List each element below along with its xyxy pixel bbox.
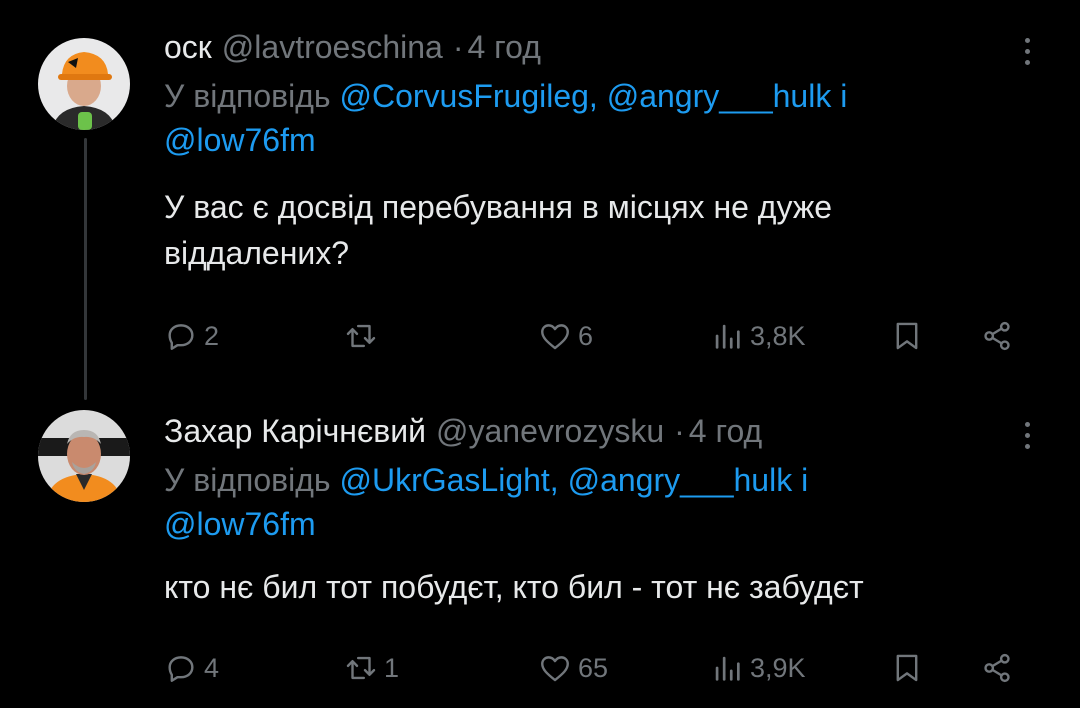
repost-count: 1 [384, 652, 400, 683]
share-icon [984, 321, 1010, 351]
reply-context: У відповідь @CorvusFrugileg, @angry___hu… [164, 74, 1030, 162]
reply-mentions[interactable]: @CorvusFrugileg, @angry___hulk [339, 78, 831, 114]
reply-context: У відповідь @UkrGasLight, @angry___hulk … [164, 458, 1030, 546]
repost-button[interactable] [344, 314, 384, 358]
tweet-header: Захар Карічнєвий @yanevrozysku · 4 год [164, 408, 1030, 454]
avatar[interactable] [38, 410, 130, 502]
reply-conjunction: і [840, 78, 848, 114]
reply-count: 4 [204, 652, 220, 683]
reply-prefix: У відповідь [164, 78, 331, 114]
timestamp[interactable]: 4 год [689, 413, 762, 449]
action-bar: 2 6 3,8K [164, 314, 1044, 358]
avatar[interactable] [38, 38, 130, 130]
share-button[interactable] [980, 646, 1014, 690]
timestamp[interactable]: 4 год [467, 29, 540, 65]
thread-connector-line [84, 138, 87, 400]
views-icon [715, 324, 740, 349]
like-button[interactable]: 6 [538, 314, 593, 358]
views-icon [715, 656, 740, 681]
separator-dot: · [674, 413, 685, 449]
reply-icon [168, 656, 194, 682]
action-bar: 4 1 65 3,9K [164, 646, 1044, 690]
bookmark-icon [896, 654, 918, 682]
views-button[interactable]: 3,9K [710, 646, 806, 690]
reply-conjunction: і [801, 462, 809, 498]
reply-mention-last[interactable]: @low76fm [164, 506, 316, 542]
share-button[interactable] [980, 314, 1014, 358]
author-name[interactable]: Захар Карічнєвий [164, 413, 426, 449]
tweet-text: кто нє бил тот побудєт, кто бил - тот нє… [164, 564, 1030, 610]
views-button[interactable]: 3,8K [710, 314, 806, 358]
reply-button[interactable]: 4 [164, 646, 219, 690]
bookmark-button[interactable] [890, 646, 924, 690]
tweet-header: оск @lavtroeschina · 4 год [164, 24, 1030, 70]
tweet-text-line-1: кто нє бил тот побудєт, кто бил - тот нє… [164, 569, 864, 605]
views-count: 3,9K [750, 652, 806, 683]
like-button[interactable]: 65 [538, 646, 608, 690]
tweet-text: У вас є досвід перебування в місцях не д… [164, 184, 1030, 276]
like-count: 65 [578, 652, 609, 683]
reply-count: 2 [204, 320, 220, 351]
author-name[interactable]: оск [164, 29, 212, 65]
reply-mention-last[interactable]: @low76fm [164, 122, 316, 158]
author-handle[interactable]: @yanevrozysku [436, 413, 664, 449]
like-icon [541, 324, 569, 350]
reply-button[interactable]: 2 [164, 314, 219, 358]
repost-icon [346, 656, 376, 680]
reply-icon [168, 324, 194, 350]
more-icon[interactable] [1022, 422, 1032, 455]
reply-prefix: У відповідь [164, 462, 331, 498]
share-icon [984, 653, 1010, 683]
like-count: 6 [578, 320, 594, 351]
views-count: 3,8K [750, 320, 806, 351]
repost-icon [346, 324, 376, 348]
author-handle[interactable]: @lavtroeschina [222, 29, 443, 65]
like-icon [541, 656, 569, 682]
bookmark-icon [896, 322, 918, 350]
repost-button[interactable]: 1 [344, 646, 399, 690]
separator-dot: · [452, 29, 464, 65]
tweet-text-line-2: віддалених? [164, 235, 350, 271]
bookmark-button[interactable] [890, 314, 924, 358]
tweet-text-line-1: У вас є досвід перебування в місцях не д… [164, 189, 833, 225]
more-icon[interactable] [1022, 38, 1032, 71]
reply-mentions[interactable]: @UkrGasLight, @angry___hulk [339, 462, 792, 498]
